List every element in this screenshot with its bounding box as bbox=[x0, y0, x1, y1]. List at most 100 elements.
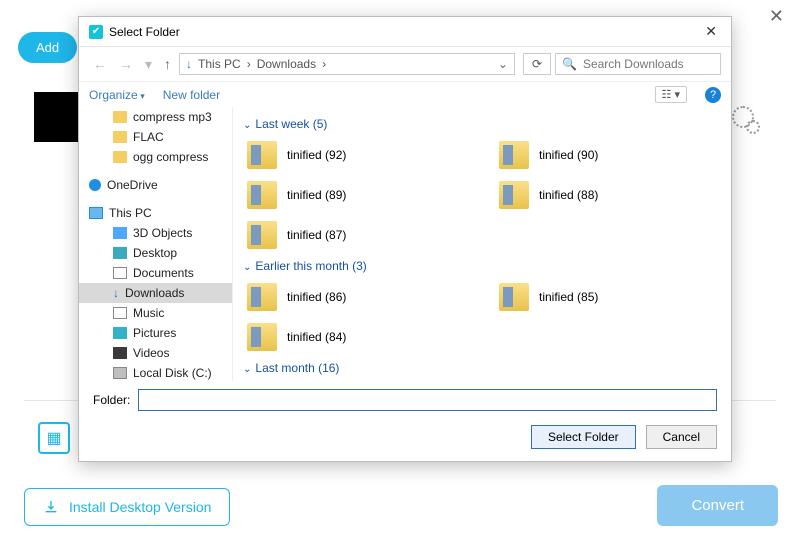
music-icon bbox=[113, 307, 127, 319]
tree-item-this-pc[interactable]: This PC bbox=[79, 203, 232, 223]
folder-label: tinified (85) bbox=[539, 290, 598, 304]
install-desktop-button[interactable]: Install Desktop Version bbox=[24, 488, 230, 526]
tree-item-label: compress mp3 bbox=[133, 110, 212, 124]
cancel-button[interactable]: Cancel bbox=[646, 425, 717, 449]
tree-item-label: ogg compress bbox=[133, 150, 208, 164]
tree-item-local-disk-c-[interactable]: Local Disk (C:) bbox=[79, 363, 232, 381]
folder-icon bbox=[113, 131, 127, 143]
downloads-path-icon: ↓ bbox=[186, 57, 192, 71]
folder-icon bbox=[247, 283, 277, 311]
nav-back-icon[interactable]: ← bbox=[89, 56, 111, 72]
add-button[interactable]: Add bbox=[18, 32, 77, 63]
search-placeholder: Search Downloads bbox=[583, 57, 684, 71]
tree-item-label: Downloads bbox=[125, 286, 184, 300]
folder-item[interactable]: tinified (86) bbox=[247, 279, 469, 315]
path-dropdown-icon[interactable]: ⌄ bbox=[498, 57, 508, 71]
folder-icon bbox=[499, 181, 529, 209]
tree-item-label: Documents bbox=[133, 266, 194, 280]
pc-icon bbox=[89, 207, 103, 219]
desktop-icon bbox=[113, 247, 127, 259]
settings-icon[interactable] bbox=[732, 106, 754, 128]
folder-icon bbox=[113, 151, 127, 163]
folder-tree[interactable]: compress mp3 FLAC ogg compress OneDrive This… bbox=[79, 107, 233, 381]
view-mode-button[interactable]: ☷ ▾ bbox=[655, 86, 687, 103]
tree-item-label: FLAC bbox=[133, 130, 164, 144]
folder-label: tinified (90) bbox=[539, 148, 598, 162]
path-current[interactable]: Downloads bbox=[257, 57, 316, 71]
tree-item-documents[interactable]: Documents bbox=[79, 263, 232, 283]
folder-icon bbox=[247, 141, 277, 169]
folder-field-row: Folder: bbox=[79, 381, 731, 419]
folder-name-input[interactable] bbox=[138, 389, 717, 411]
tree-item-label: Videos bbox=[133, 346, 169, 360]
tree-item-label: Local Disk (C:) bbox=[133, 366, 212, 380]
docs-icon bbox=[113, 267, 127, 279]
folder-icon bbox=[247, 323, 277, 351]
tree-item-label: Music bbox=[133, 306, 164, 320]
search-input[interactable]: 🔍 Search Downloads bbox=[555, 53, 721, 75]
folder-item[interactable]: tinified (90) bbox=[499, 137, 721, 173]
toolbar: Organize New folder ☷ ▾ ? bbox=[79, 82, 731, 107]
organize-menu[interactable]: Organize bbox=[89, 88, 145, 102]
disk-icon bbox=[113, 367, 127, 379]
folder-icon bbox=[113, 111, 127, 123]
folder-item[interactable]: tinified (85) bbox=[499, 279, 721, 315]
folder-item[interactable]: tinified (89) bbox=[247, 177, 469, 213]
folder-icon bbox=[247, 181, 277, 209]
down-icon: ↓ bbox=[113, 286, 119, 300]
path-root[interactable]: This PC bbox=[198, 57, 241, 71]
group-header[interactable]: Last month (16) bbox=[243, 355, 721, 381]
folder-item[interactable]: tinified (88) bbox=[499, 177, 721, 213]
recent-dropdown-icon[interactable]: ▾ bbox=[141, 56, 156, 73]
dialog-title: Select Folder bbox=[109, 25, 180, 39]
select-folder-dialog: ✔ Select Folder ✕ ← → ▾ ↑ ↓ This PC › Do… bbox=[78, 16, 732, 462]
dialog-buttons: Select Folder Cancel bbox=[79, 419, 731, 461]
tree-item-label: OneDrive bbox=[107, 178, 158, 192]
folder-icon bbox=[499, 141, 529, 169]
folder-content[interactable]: Last week (5) tinified (92) tinified (90) t… bbox=[233, 107, 731, 381]
folder-label: tinified (88) bbox=[539, 188, 598, 202]
folder-item[interactable]: tinified (92) bbox=[247, 137, 469, 173]
folder-label: tinified (92) bbox=[287, 148, 346, 162]
new-folder-button[interactable]: New folder bbox=[163, 88, 220, 102]
video-output-icon[interactable]: ▦ bbox=[38, 422, 70, 454]
dialog-body: compress mp3 FLAC ogg compress OneDrive This… bbox=[79, 107, 731, 381]
install-label: Install Desktop Version bbox=[69, 499, 211, 515]
media-thumbnail[interactable] bbox=[34, 92, 80, 142]
help-icon[interactable]: ? bbox=[705, 87, 721, 103]
tree-item-pictures[interactable]: Pictures bbox=[79, 323, 232, 343]
nav-forward-icon: → bbox=[115, 56, 137, 72]
tree-item-onedrive[interactable]: OneDrive bbox=[79, 175, 232, 195]
folder-label: tinified (87) bbox=[287, 228, 346, 242]
tree-item-ogg-compress[interactable]: ogg compress bbox=[79, 147, 232, 167]
tree-item-videos[interactable]: Videos bbox=[79, 343, 232, 363]
tree-item-desktop[interactable]: Desktop bbox=[79, 243, 232, 263]
3d-icon bbox=[113, 227, 127, 239]
convert-button[interactable]: Convert bbox=[657, 485, 778, 526]
select-folder-button[interactable]: Select Folder bbox=[531, 425, 636, 449]
tree-item-music[interactable]: Music bbox=[79, 303, 232, 323]
tree-item-3d-objects[interactable]: 3D Objects bbox=[79, 223, 232, 243]
path-sep: › bbox=[322, 57, 326, 71]
folder-item[interactable]: tinified (87) bbox=[247, 217, 469, 253]
app-close-icon[interactable]: ✕ bbox=[769, 6, 784, 27]
tree-item-label: Pictures bbox=[133, 326, 176, 340]
tree-item-flac[interactable]: FLAC bbox=[79, 127, 232, 147]
app-icon: ✔ bbox=[89, 25, 103, 39]
path-sep: › bbox=[247, 57, 251, 71]
refresh-button[interactable]: ⟳ bbox=[523, 53, 551, 75]
tree-item-compress-mp3[interactable]: compress mp3 bbox=[79, 107, 232, 127]
tree-item-downloads[interactable]: ↓ Downloads bbox=[79, 283, 232, 303]
group-header[interactable]: Earlier this month (3) bbox=[243, 253, 721, 279]
folder-item[interactable]: tinified (84) bbox=[247, 319, 469, 355]
folder-label: tinified (84) bbox=[287, 330, 346, 344]
address-bar[interactable]: ↓ This PC › Downloads › ⌄ bbox=[179, 53, 515, 75]
tree-item-label: Desktop bbox=[133, 246, 177, 260]
close-icon[interactable]: ✕ bbox=[701, 23, 721, 40]
address-bar-row: ← → ▾ ↑ ↓ This PC › Downloads › ⌄ ⟳ 🔍 Se… bbox=[79, 47, 731, 82]
folder-icon bbox=[499, 283, 529, 311]
tree-item-label: 3D Objects bbox=[133, 226, 192, 240]
group-header[interactable]: Last week (5) bbox=[243, 111, 721, 137]
nav-up-icon[interactable]: ↑ bbox=[160, 56, 175, 72]
folder-icon bbox=[247, 221, 277, 249]
